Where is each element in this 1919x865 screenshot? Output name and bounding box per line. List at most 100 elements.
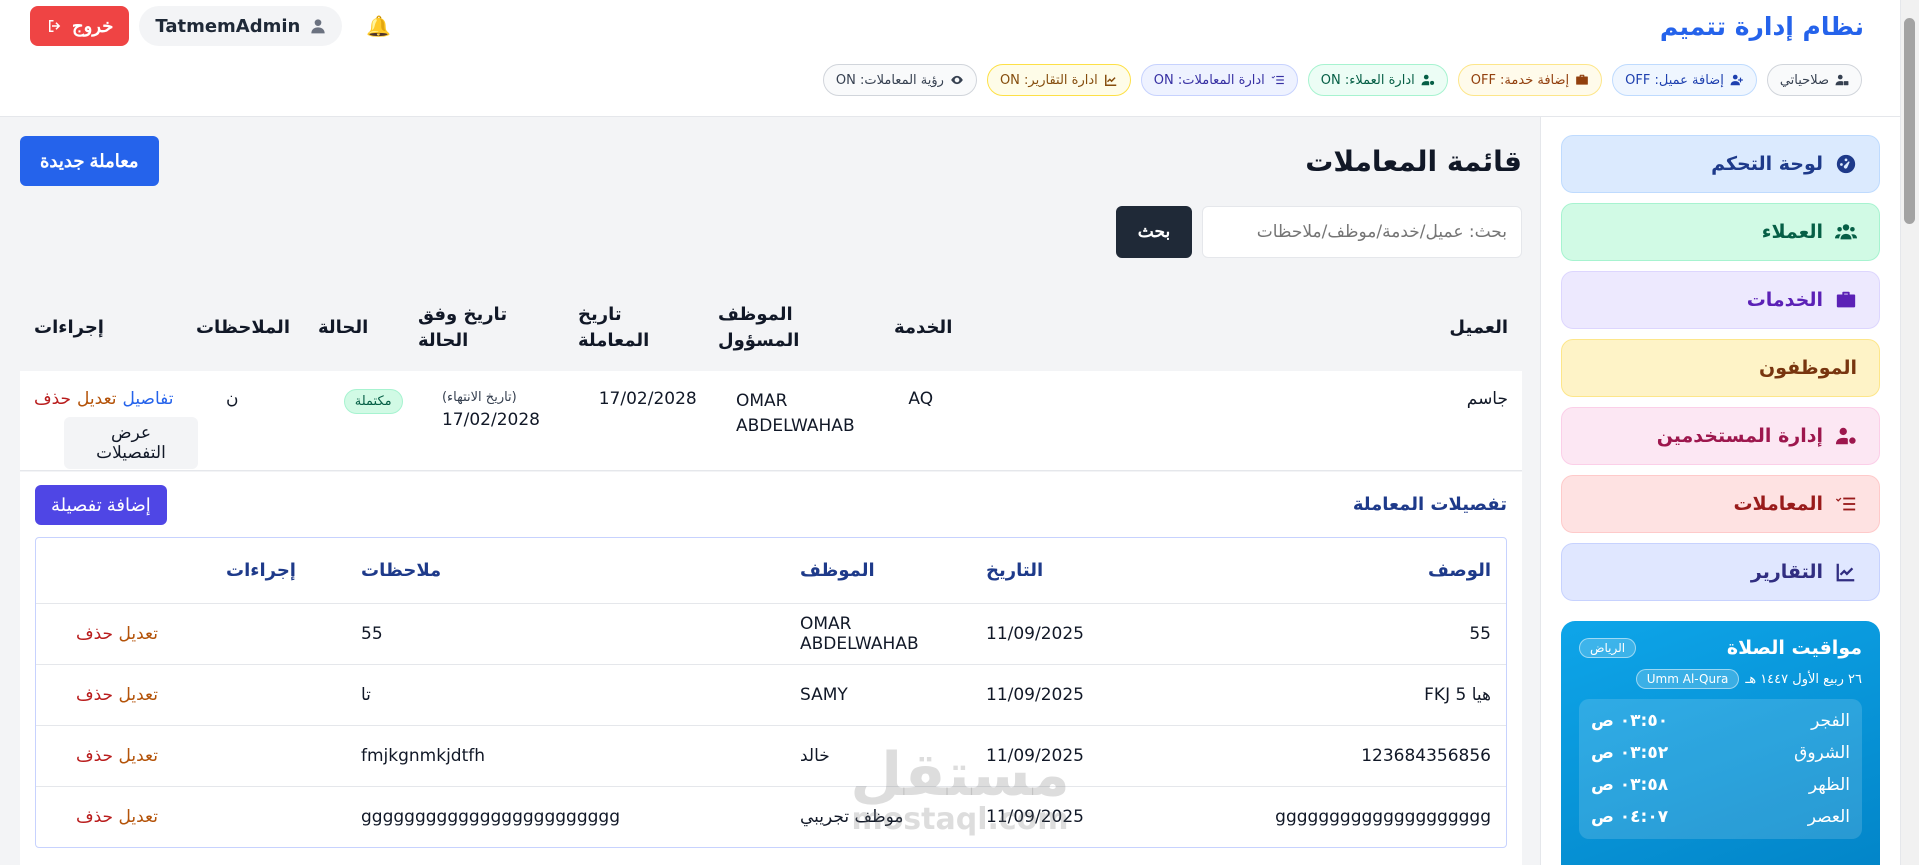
col-state-date: تاريخ وفق الحالة: [418, 303, 508, 351]
col-desc: الوصف: [1427, 560, 1491, 581]
prayer-title: مواقيت الصلاة: [1726, 637, 1862, 659]
eye-icon: [951, 75, 963, 85]
sidebar-item-label: التقارير: [1750, 561, 1823, 583]
permission-chip-manage-clients: ادارة العملاء: ON: [1307, 64, 1448, 96]
sidebar-item-label: لوحة التحكم: [1711, 153, 1823, 175]
user-area: خروج TatmemAdmin 🔔: [30, 6, 391, 46]
permission-chip-my-permissions: صلاحياتي: [1766, 64, 1862, 96]
sidebar-item-employees[interactable]: الموظفون: [1561, 339, 1880, 397]
permission-chip-add-service: إضافة خدمة: OFF: [1457, 64, 1603, 96]
user-icon: [311, 19, 326, 34]
col-tx-date: تاريخ المعاملة: [578, 303, 650, 351]
page-title: قائمة المعاملات: [1305, 145, 1522, 178]
hijri-date: ٢٦ ربيع الأول ١٤٤٧ هـ: [1745, 671, 1862, 687]
scrollbar-thumb[interactable]: [1904, 18, 1915, 224]
chart-icon: [1836, 563, 1855, 582]
edit-link[interactable]: تعديل: [118, 624, 157, 644]
page-scrollbar[interactable]: [1900, 0, 1919, 865]
edit-link[interactable]: تعديل: [77, 389, 116, 409]
col-notes: الملاحظات: [195, 316, 290, 338]
details-table: الوصف التاريخ الموظف ملاحظات إجراءات 55 …: [35, 537, 1507, 848]
edit-link[interactable]: تعديل: [118, 685, 157, 705]
sidebar: لوحة التحكم العملاء الخدمات الموظفون إدا…: [1540, 117, 1900, 865]
prayer-row: العصر ٠٤:٠٧ ص: [1591, 807, 1850, 827]
details-link[interactable]: تفاصيل: [123, 389, 174, 409]
cell-status: مكتملة: [330, 389, 428, 414]
edit-link[interactable]: تعديل: [118, 807, 157, 827]
table-row: gggggggggggggggggggg 11/09/2025 موظف تجر…: [36, 786, 1506, 847]
col-notes: ملاحظات: [361, 560, 442, 581]
sidebar-item-dashboard[interactable]: لوحة التحكم: [1561, 135, 1880, 193]
sidebar-item-user-management[interactable]: إدارة المستخدمين: [1561, 407, 1880, 465]
main-content: قائمة المعاملات معاملة جديدة بحث العميل …: [20, 117, 1522, 865]
transactions-table: العميل الخدمة الموظف المسؤول تاريخ المعا…: [20, 285, 1522, 471]
search-button[interactable]: بحث: [1116, 206, 1192, 258]
prayer-row: الشروق ٠٣:٥٢ ص: [1591, 743, 1850, 763]
transaction-details-panel: تفصيلات المعاملة إضافة تفصيلة الوصف التا…: [20, 472, 1522, 865]
search-input[interactable]: [1202, 206, 1522, 258]
permission-chip-view-transactions: رؤية المعاملات: ON: [822, 64, 977, 96]
add-detail-button[interactable]: إضافة تفصيلة: [35, 485, 167, 525]
username: TatmemAdmin: [155, 15, 301, 37]
delete-link[interactable]: حذف: [76, 685, 113, 705]
prayer-row: الظهر ٠٣:٥٨ ص: [1591, 775, 1850, 795]
prayer-row: الفجر ٠٣:٥٠ ص: [1591, 711, 1850, 731]
sidebar-item-transactions[interactable]: المعاملات: [1561, 475, 1880, 533]
table-row: هيا FKJ 5 11/09/2025 SAMY تا تعديل حذف: [36, 664, 1506, 725]
cell-service: AQ: [908, 389, 934, 409]
sidebar-item-reports[interactable]: التقارير: [1561, 543, 1880, 601]
list-check-icon: [1835, 497, 1856, 511]
prayer-city-chip[interactable]: الرياض: [1579, 638, 1637, 658]
table-header: العميل الخدمة الموظف المسؤول تاريخ المعا…: [20, 285, 1522, 371]
state-date-value: 17/02/2028: [441, 409, 540, 430]
app-title[interactable]: نظام إدارة تتميم: [1660, 12, 1864, 41]
col-actions: إجراءات: [226, 560, 296, 581]
table-row: 55 11/09/2025 OMAR ABDELWAHAB 55 تعديل ح…: [36, 603, 1506, 664]
cell-tx-date: 17/02/2028: [598, 389, 697, 409]
delete-link[interactable]: حذف: [34, 389, 71, 409]
edit-link[interactable]: تعديل: [118, 746, 157, 766]
sidebar-item-label: الموظفون: [1759, 357, 1857, 379]
calendar-chip: Umm Al-Qura: [1635, 669, 1740, 689]
briefcase-icon: [1836, 291, 1856, 308]
briefcase-icon: [1576, 74, 1588, 85]
logout-icon: [49, 20, 61, 32]
sidebar-item-label: العملاء: [1761, 221, 1823, 243]
sidebar-item-label: المعاملات: [1733, 493, 1823, 515]
col-employee: الموظف: [800, 560, 875, 581]
user-menu[interactable]: TatmemAdmin: [139, 6, 343, 46]
user-gear-icon: [1421, 74, 1434, 86]
chart-icon: [1104, 74, 1117, 86]
sidebar-item-services[interactable]: الخدمات: [1561, 271, 1880, 329]
new-transaction-button[interactable]: معاملة جديدة: [20, 136, 159, 186]
gauge-icon: [1836, 154, 1856, 174]
cell-state-date: (تاريخ الانتهاء) 17/02/2028: [428, 389, 585, 432]
cell-notes: ن: [225, 389, 239, 409]
permission-chip-manage-transactions: ادارة المعاملات: ON: [1140, 64, 1298, 96]
logout-label: خروج: [72, 15, 114, 36]
sidebar-item-clients[interactable]: العملاء: [1561, 203, 1880, 261]
logout-button[interactable]: خروج: [30, 6, 130, 46]
show-details-button[interactable]: عرض التفصيلات: [63, 417, 198, 469]
permission-chip-manage-reports: ادارة التقارير: ON: [986, 64, 1131, 96]
col-status: الحالة: [318, 316, 369, 338]
table-row: جاسم AQ OMAR ABDELWAHAB 17/02/2028 (تاري…: [20, 371, 1522, 471]
permissions-bar: صلاحياتي إضافة عميل: OFF إضافة خدمة: OFF…: [822, 64, 1862, 96]
delete-link[interactable]: حذف: [76, 624, 113, 644]
users-icon: [1835, 224, 1857, 240]
col-date: التاريخ: [986, 560, 1044, 581]
list-check-icon: [1271, 75, 1284, 85]
search-bar: بحث: [1116, 206, 1522, 258]
cell-actions: تفاصيل تعديل حذف عرض التفصيلات: [20, 389, 212, 469]
bell-icon[interactable]: 🔔: [366, 14, 391, 38]
status-badge: مكتملة: [343, 389, 403, 414]
delete-link[interactable]: حذف: [76, 807, 113, 827]
prayer-times-widget: مواقيت الصلاة الرياض ٢٦ ربيع الأول ١٤٤٧ …: [1561, 621, 1880, 865]
sidebar-item-label: الخدمات: [1746, 289, 1823, 311]
table-row: 123684356856 11/09/2025 خالد fmjkgnmkjdt…: [36, 725, 1506, 786]
col-client: العميل: [1449, 316, 1508, 338]
cell-client: جاسم: [1466, 389, 1508, 409]
delete-link[interactable]: حذف: [76, 746, 113, 766]
details-title: تفصيلات المعاملة: [1352, 494, 1507, 515]
details-header: الوصف التاريخ الموظف ملاحظات إجراءات: [36, 538, 1506, 603]
